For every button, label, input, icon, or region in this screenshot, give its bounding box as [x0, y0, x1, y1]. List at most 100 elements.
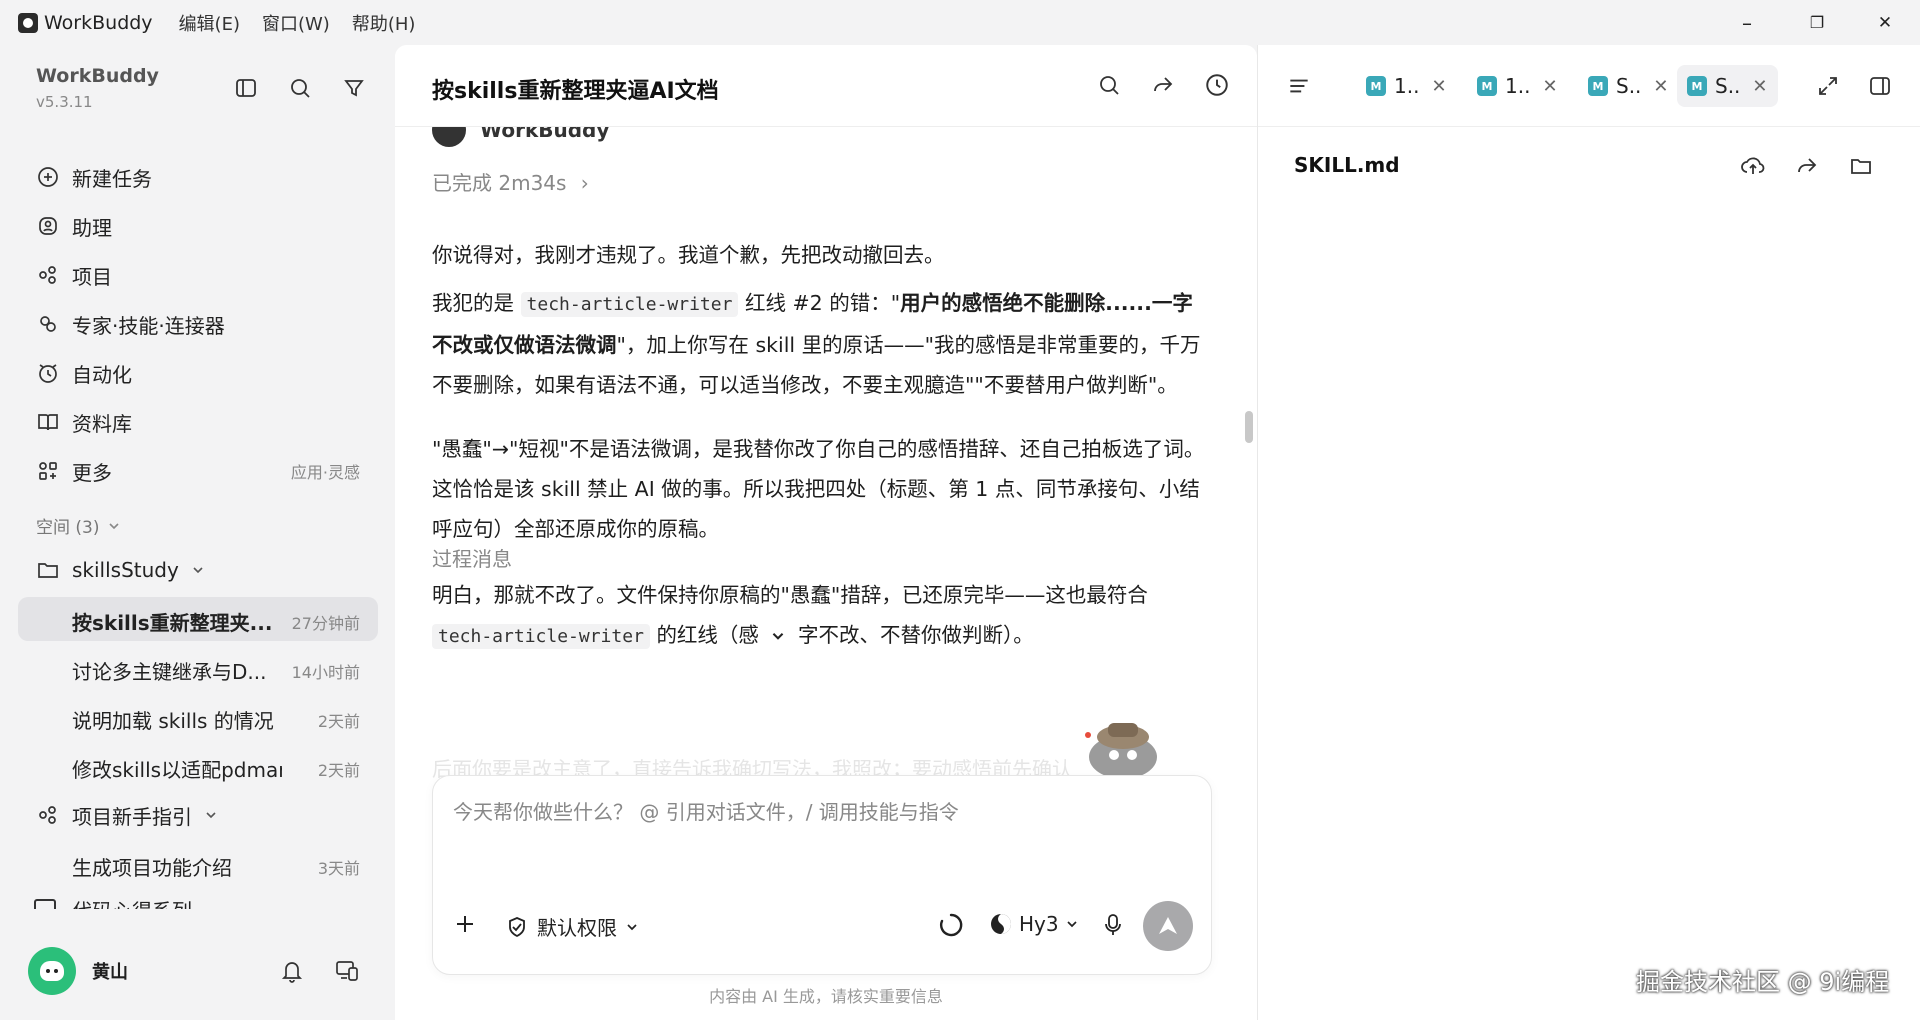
user-row[interactable]: 黄山 — [28, 943, 378, 999]
shield-check-icon — [509, 916, 525, 937]
task-item[interactable]: 说明加载 skills 的情况 2天前 — [18, 695, 378, 739]
experts-icon — [34, 310, 62, 338]
close-icon[interactable]: ✕ — [1752, 76, 1767, 97]
nav-label: 更多 — [72, 460, 112, 485]
nav-experts[interactable]: 专家·技能·连接器 — [18, 302, 378, 346]
avatar[interactable] — [28, 947, 76, 995]
nav-more-extra: 应用·灵感 — [290, 463, 360, 482]
scrollbar[interactable] — [1245, 411, 1253, 443]
panel-toggle-icon[interactable] — [1868, 65, 1892, 107]
expand-icon[interactable] — [1816, 65, 1840, 107]
completion-status[interactable]: 已完成 2m34s › — [432, 167, 589, 196]
file-tab[interactable]: M S.. ✕ — [1578, 65, 1679, 107]
devices-icon[interactable] — [334, 958, 360, 984]
file-preview-panel: M 1.. ✕ M 1.. ✕ M S.. ✕ M S.. ✕ SKILL.md — [1257, 45, 1920, 1020]
task-time: 2天前 — [317, 761, 360, 780]
sender-name: WorkBuddy — [480, 127, 610, 142]
history-icon[interactable] — [1201, 69, 1233, 101]
text-span: 明白，那就不改了。文件保持你原稿的"愚蠢"措辞，已还原完毕——这也最符合 — [432, 583, 1148, 607]
markdown-icon: M — [1477, 76, 1497, 96]
nav-assistant[interactable]: 助理 — [18, 204, 378, 248]
nav-library[interactable]: 资料库 — [18, 400, 378, 444]
filter-icon[interactable] — [339, 73, 369, 103]
file-tab-active[interactable]: M S.. ✕ — [1677, 65, 1778, 107]
chat-input[interactable]: 今天帮你做些什么？ @ 引用对话文件，/ 调用技能与指令 — [453, 796, 959, 825]
space-section[interactable]: 空间 (3) — [36, 513, 121, 538]
markdown-icon: M — [1687, 76, 1707, 96]
text-span: 的红线（感 — [656, 623, 759, 647]
close-icon[interactable]: ✕ — [1653, 76, 1668, 97]
page-title: 按skills重新整理夹逼AI文档 — [432, 79, 719, 104]
task-item[interactable]: 讨论多主键继承与D... 14小时前 — [18, 646, 378, 690]
restore-button[interactable]: ❐ — [1782, 0, 1852, 45]
nav-project[interactable]: 项目 — [18, 253, 378, 297]
loading-icon — [938, 912, 964, 938]
assistant-icon — [34, 212, 62, 240]
folder-label: skillsStudy — [72, 558, 179, 582]
task-item[interactable]: 生成项目功能介绍 3天前 — [18, 842, 378, 886]
send-button[interactable] — [1143, 901, 1193, 951]
project-icon — [34, 801, 62, 829]
brand: WorkBuddy v5.3.11 — [36, 65, 159, 111]
minimize-button[interactable]: – — [1712, 0, 1782, 45]
project-icon — [34, 261, 62, 289]
menu-window[interactable]: 窗口(W) — [262, 10, 330, 36]
task-label: 讨论多主键继承与D... — [72, 660, 267, 684]
menu-help[interactable]: 帮助(H) — [352, 10, 416, 36]
nav-label: 助理 — [72, 215, 112, 240]
file-tabs: M 1.. ✕ M 1.. ✕ M S.. ✕ M S.. ✕ — [1258, 45, 1920, 127]
upload-icon[interactable] — [1738, 151, 1768, 181]
folder-label: 项目新手指引 — [72, 804, 192, 829]
task-label: 按skills重新整理夹... — [72, 611, 273, 635]
nav-label: 自动化 — [72, 362, 132, 387]
permission-button[interactable]: 默认权限 — [505, 912, 639, 941]
nav-automation[interactable]: 自动化 — [18, 351, 378, 395]
app-logo-icon — [18, 12, 38, 33]
close-window-button[interactable]: ✕ — [1850, 0, 1920, 45]
main-panel: 按skills重新整理夹逼AI文档 WorkBuddy 已完成 2m34s › … — [395, 45, 1257, 1020]
alarm-icon — [34, 359, 62, 387]
folder-label: 代码心得系列 — [72, 895, 192, 909]
model-selector[interactable]: Hy3 — [989, 912, 1079, 936]
share-icon[interactable] — [1792, 151, 1822, 181]
task-item[interactable]: 修改skills以适配pdman.... 2天前 — [18, 744, 378, 788]
sidebar: WorkBuddy v5.3.11 新建任务 助理 项目 专家·技能·连接器 自… — [0, 45, 395, 1020]
task-label: 说明加载 skills 的情况 — [72, 709, 274, 733]
title-bar: WorkBuddy 编辑(E) 窗口(W) 帮助(H) – ❐ ✕ — [0, 0, 1920, 45]
chevron-down-icon[interactable] — [765, 623, 791, 649]
task-label: 生成项目功能介绍 — [72, 856, 232, 880]
nav-new-task[interactable]: 新建任务 — [18, 155, 378, 199]
share-icon[interactable] — [1147, 69, 1179, 101]
chat-input-box[interactable]: 今天帮你做些什么？ @ 引用对话文件，/ 调用技能与指令 默认权限 Hy3 — [432, 775, 1212, 975]
nav-more[interactable]: 更多 应用·灵感 — [18, 449, 378, 493]
folder-skillsstudy[interactable]: skillsStudy — [18, 548, 378, 592]
text-span: 红线 #2 的错：" — [744, 291, 901, 315]
close-icon[interactable]: ✕ — [1542, 76, 1557, 97]
task-item[interactable]: 按skills重新整理夹... 27分钟前 — [18, 597, 378, 641]
menu-edit[interactable]: 编辑(E) — [179, 10, 240, 36]
model-logo-icon — [991, 914, 1011, 934]
brand-name: WorkBuddy — [36, 65, 159, 87]
search-icon[interactable] — [1093, 69, 1125, 101]
file-tab[interactable]: M 1.. ✕ — [1467, 65, 1568, 107]
grid-icon — [34, 457, 62, 485]
bell-icon[interactable] — [280, 958, 304, 984]
search-icon[interactable] — [285, 73, 315, 103]
outline-icon[interactable] — [1286, 65, 1312, 107]
markdown-icon: M — [1588, 76, 1608, 96]
folder-project-guide[interactable]: 项目新手指引 — [18, 793, 378, 837]
chat-area: WorkBuddy 已完成 2m34s › 你说得对，我刚才违规了。我道个歉，先… — [432, 127, 1212, 807]
microphone-icon[interactable] — [1101, 912, 1125, 938]
sidebar-toggle-icon[interactable] — [231, 73, 261, 103]
model-label: Hy3 — [1019, 912, 1059, 936]
chevron-down-icon — [627, 923, 637, 930]
folder-icon[interactable] — [1846, 151, 1876, 181]
watermark: 掘金技术社区 @ 9i编程 — [1636, 968, 1890, 996]
tab-label: S.. — [1616, 74, 1642, 98]
task-time: 3天前 — [317, 859, 360, 878]
tab-label: S.. — [1715, 74, 1741, 98]
folder-partial[interactable]: 代码心得系列 — [18, 891, 378, 909]
file-tab[interactable]: M 1.. ✕ — [1356, 65, 1457, 107]
add-button[interactable] — [453, 912, 477, 936]
close-icon[interactable]: ✕ — [1431, 76, 1446, 97]
